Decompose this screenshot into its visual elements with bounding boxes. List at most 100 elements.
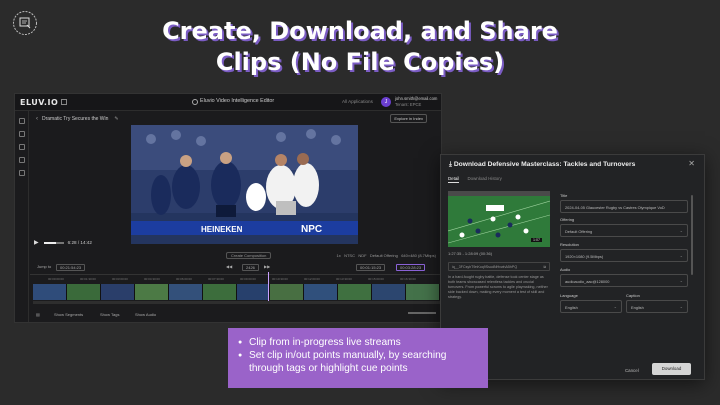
show-segments-toggle[interactable]: Show Segments — [54, 312, 83, 317]
resolution-value: 1920×1080 (9.5Mbps) — [565, 254, 604, 259]
tick-label: 00:07:30:00 — [208, 277, 224, 281]
thumbnail — [406, 284, 441, 300]
slide-title: Create, Download, and Share Clips (No Fi… — [162, 17, 558, 76]
timeline-filmstrip[interactable] — [33, 284, 441, 300]
list-icon[interactable]: ▤ — [36, 312, 40, 317]
thumbnail — [338, 284, 373, 300]
out-point-input[interactable]: 00:03:28:23 — [396, 264, 426, 271]
volume-slider[interactable] — [43, 241, 64, 244]
create-composition-button[interactable]: Create Composition — [226, 251, 272, 259]
resolution-select[interactable]: 1920×1080 (9.5Mbps) ⌄ — [560, 249, 688, 262]
language-select[interactable]: English ⌄ — [560, 300, 622, 313]
settings-icon[interactable] — [18, 144, 25, 150]
download-icon: ⤓ — [449, 161, 452, 168]
standard-label: NTSC — [344, 252, 355, 258]
tick-label: 00:15:00:00 — [368, 277, 384, 281]
editor-header: ELUV.IO Eluvio Video Intelligence Editor… — [15, 94, 441, 111]
bullet-item: Clip from in-progress live streams — [238, 336, 482, 349]
content-id: iq__3FCsyhT9nKoq9SsudNHvwhA5hPQ — [452, 265, 518, 269]
dialog-title-text: Download Defensive Masterclass: Tackles … — [453, 161, 636, 168]
edit-icon[interactable]: ✎ — [114, 116, 118, 122]
tick-label: 00:10:30:00 — [272, 277, 288, 281]
timeline-track[interactable] — [33, 301, 440, 304]
jump-input[interactable]: 00:21:54:23 — [56, 264, 86, 271]
offering-select[interactable]: Default Offering — [370, 253, 398, 258]
eluvio-badge-icon — [13, 11, 37, 35]
editor-window: ELUV.IO Eluvio Video Intelligence Editor… — [14, 93, 442, 323]
ndf-label: NDF — [358, 252, 367, 258]
stream-bar: ‹ Dramatic Try Secures the Win ✎ Explore… — [30, 112, 441, 125]
thumbnail — [168, 284, 203, 300]
show-tags-toggle[interactable]: Show Tags — [100, 312, 120, 317]
audio-select[interactable]: audioaudio_aac@128000 ⌄ — [560, 274, 688, 287]
tag-icon[interactable] — [18, 157, 25, 163]
tick-label: 00:01:30:00 — [80, 277, 96, 281]
content-id-field[interactable]: iq__3FCsyhT9nKoq9SsudNHvwhA5hPQ ⧉ — [448, 262, 550, 271]
svg-text:NPC: NPC — [301, 224, 322, 235]
step-forward-icon[interactable]: ▶▶ — [264, 264, 270, 269]
layers-icon[interactable] — [18, 170, 25, 176]
title-field[interactable]: 2024-04-05 Glaucester Rugby vs Castres O… — [560, 200, 688, 213]
in-point-input[interactable]: 00:01:15:23 — [356, 264, 386, 271]
app-grid-icon[interactable] — [61, 99, 68, 105]
download-button[interactable]: Download — [652, 363, 691, 375]
app-icon — [192, 99, 198, 105]
dialog-title: ⤓ Download Defensive Masterclass: Tackle… — [449, 161, 635, 169]
tab-download-history[interactable]: Download History — [467, 176, 501, 181]
clip-range: 1:27:35 - 1:28:09 (00:36) — [448, 251, 493, 256]
offering-select[interactable]: Default Offering ⌄ — [560, 224, 688, 237]
video-player[interactable]: NPC HEINEKEN — [131, 125, 358, 244]
clips-icon[interactable] — [18, 131, 25, 137]
stream-title: Dramatic Try Secures the Win — [42, 115, 109, 122]
chevron-down-icon: ⌄ — [679, 304, 683, 309]
chevron-down-icon: ⌄ — [679, 253, 683, 258]
resolution-select[interactable]: 640×480 (8.7Mbps) — [401, 253, 436, 258]
all-applications-link[interactable]: All Applications — [342, 99, 373, 104]
thumbnail — [372, 284, 407, 300]
frame-input[interactable]: 2426 — [242, 264, 259, 271]
composition-bar: Create Composition 1x NTSC NDF Default O… — [30, 250, 441, 260]
cancel-button[interactable]: Cancel — [625, 368, 639, 373]
app-title: Eluvio Video Intelligence Editor — [200, 98, 275, 104]
tick-label: 00:04:30:00 — [144, 277, 160, 281]
explore-button[interactable]: Explore in Index — [390, 114, 427, 123]
tab-detail[interactable]: Detail — [448, 176, 460, 183]
thumbnail — [33, 284, 67, 300]
timeline-toolbar: Jump to 00:21:54:23 ◀◀ 2426 ▶▶ 00:01:15:… — [30, 262, 441, 272]
bullet-item: Set clip in/out points manually, by sear… — [238, 349, 482, 375]
back-icon[interactable]: ‹ — [36, 116, 38, 122]
close-icon[interactable]: ✕ — [688, 159, 695, 168]
tick-label: 00:16:30:00 — [400, 277, 416, 281]
title-label: Title — [560, 193, 568, 198]
user-info[interactable]: john.smith@email.com Tenant: EPCE — [395, 96, 437, 107]
tick-label: 00:03:00:00 — [112, 277, 128, 281]
scrollbar[interactable] — [691, 195, 693, 275]
brand-logo: ELUV.IO — [20, 97, 59, 107]
caption-value: English — [631, 305, 644, 310]
timecode: 6:28 / 14:42 — [67, 240, 92, 245]
offering-value: Default Offering — [565, 229, 593, 234]
play-icon[interactable]: ▶ — [34, 239, 39, 246]
thumbnail — [134, 284, 169, 300]
sidebar — [15, 111, 29, 322]
tick-label: 00:12:00:00 — [304, 277, 320, 281]
playhead[interactable] — [268, 272, 269, 304]
clip-description: In a hard-fought rugby battle, defense t… — [448, 275, 548, 299]
thumbnail — [270, 284, 305, 300]
audio-label: Audio — [560, 267, 571, 272]
timeline-ruler: 00:00:00:00 00:01:30:00 00:03:00:00 00:0… — [30, 274, 441, 283]
zoom-slider[interactable] — [408, 312, 436, 314]
avatar[interactable]: J — [381, 97, 391, 107]
caption-select[interactable]: English ⌄ — [626, 300, 688, 313]
playback-settings: 1x NTSC NDF Default Offering 640×480 (8.… — [337, 253, 437, 258]
show-audio-toggle[interactable]: Show Audio — [135, 312, 156, 317]
thumbnail — [236, 284, 271, 300]
rate-select[interactable]: 1x — [337, 253, 341, 258]
step-back-icon[interactable]: ◀◀ — [226, 264, 232, 269]
language-value: English — [565, 305, 578, 310]
tick-label: 00:06:00:00 — [176, 277, 192, 281]
copy-icon[interactable]: ⧉ — [543, 265, 546, 269]
caption-label: Caption — [626, 293, 640, 298]
folder-icon[interactable] — [18, 118, 25, 124]
svg-text:HEINEKEN: HEINEKEN — [201, 225, 243, 234]
